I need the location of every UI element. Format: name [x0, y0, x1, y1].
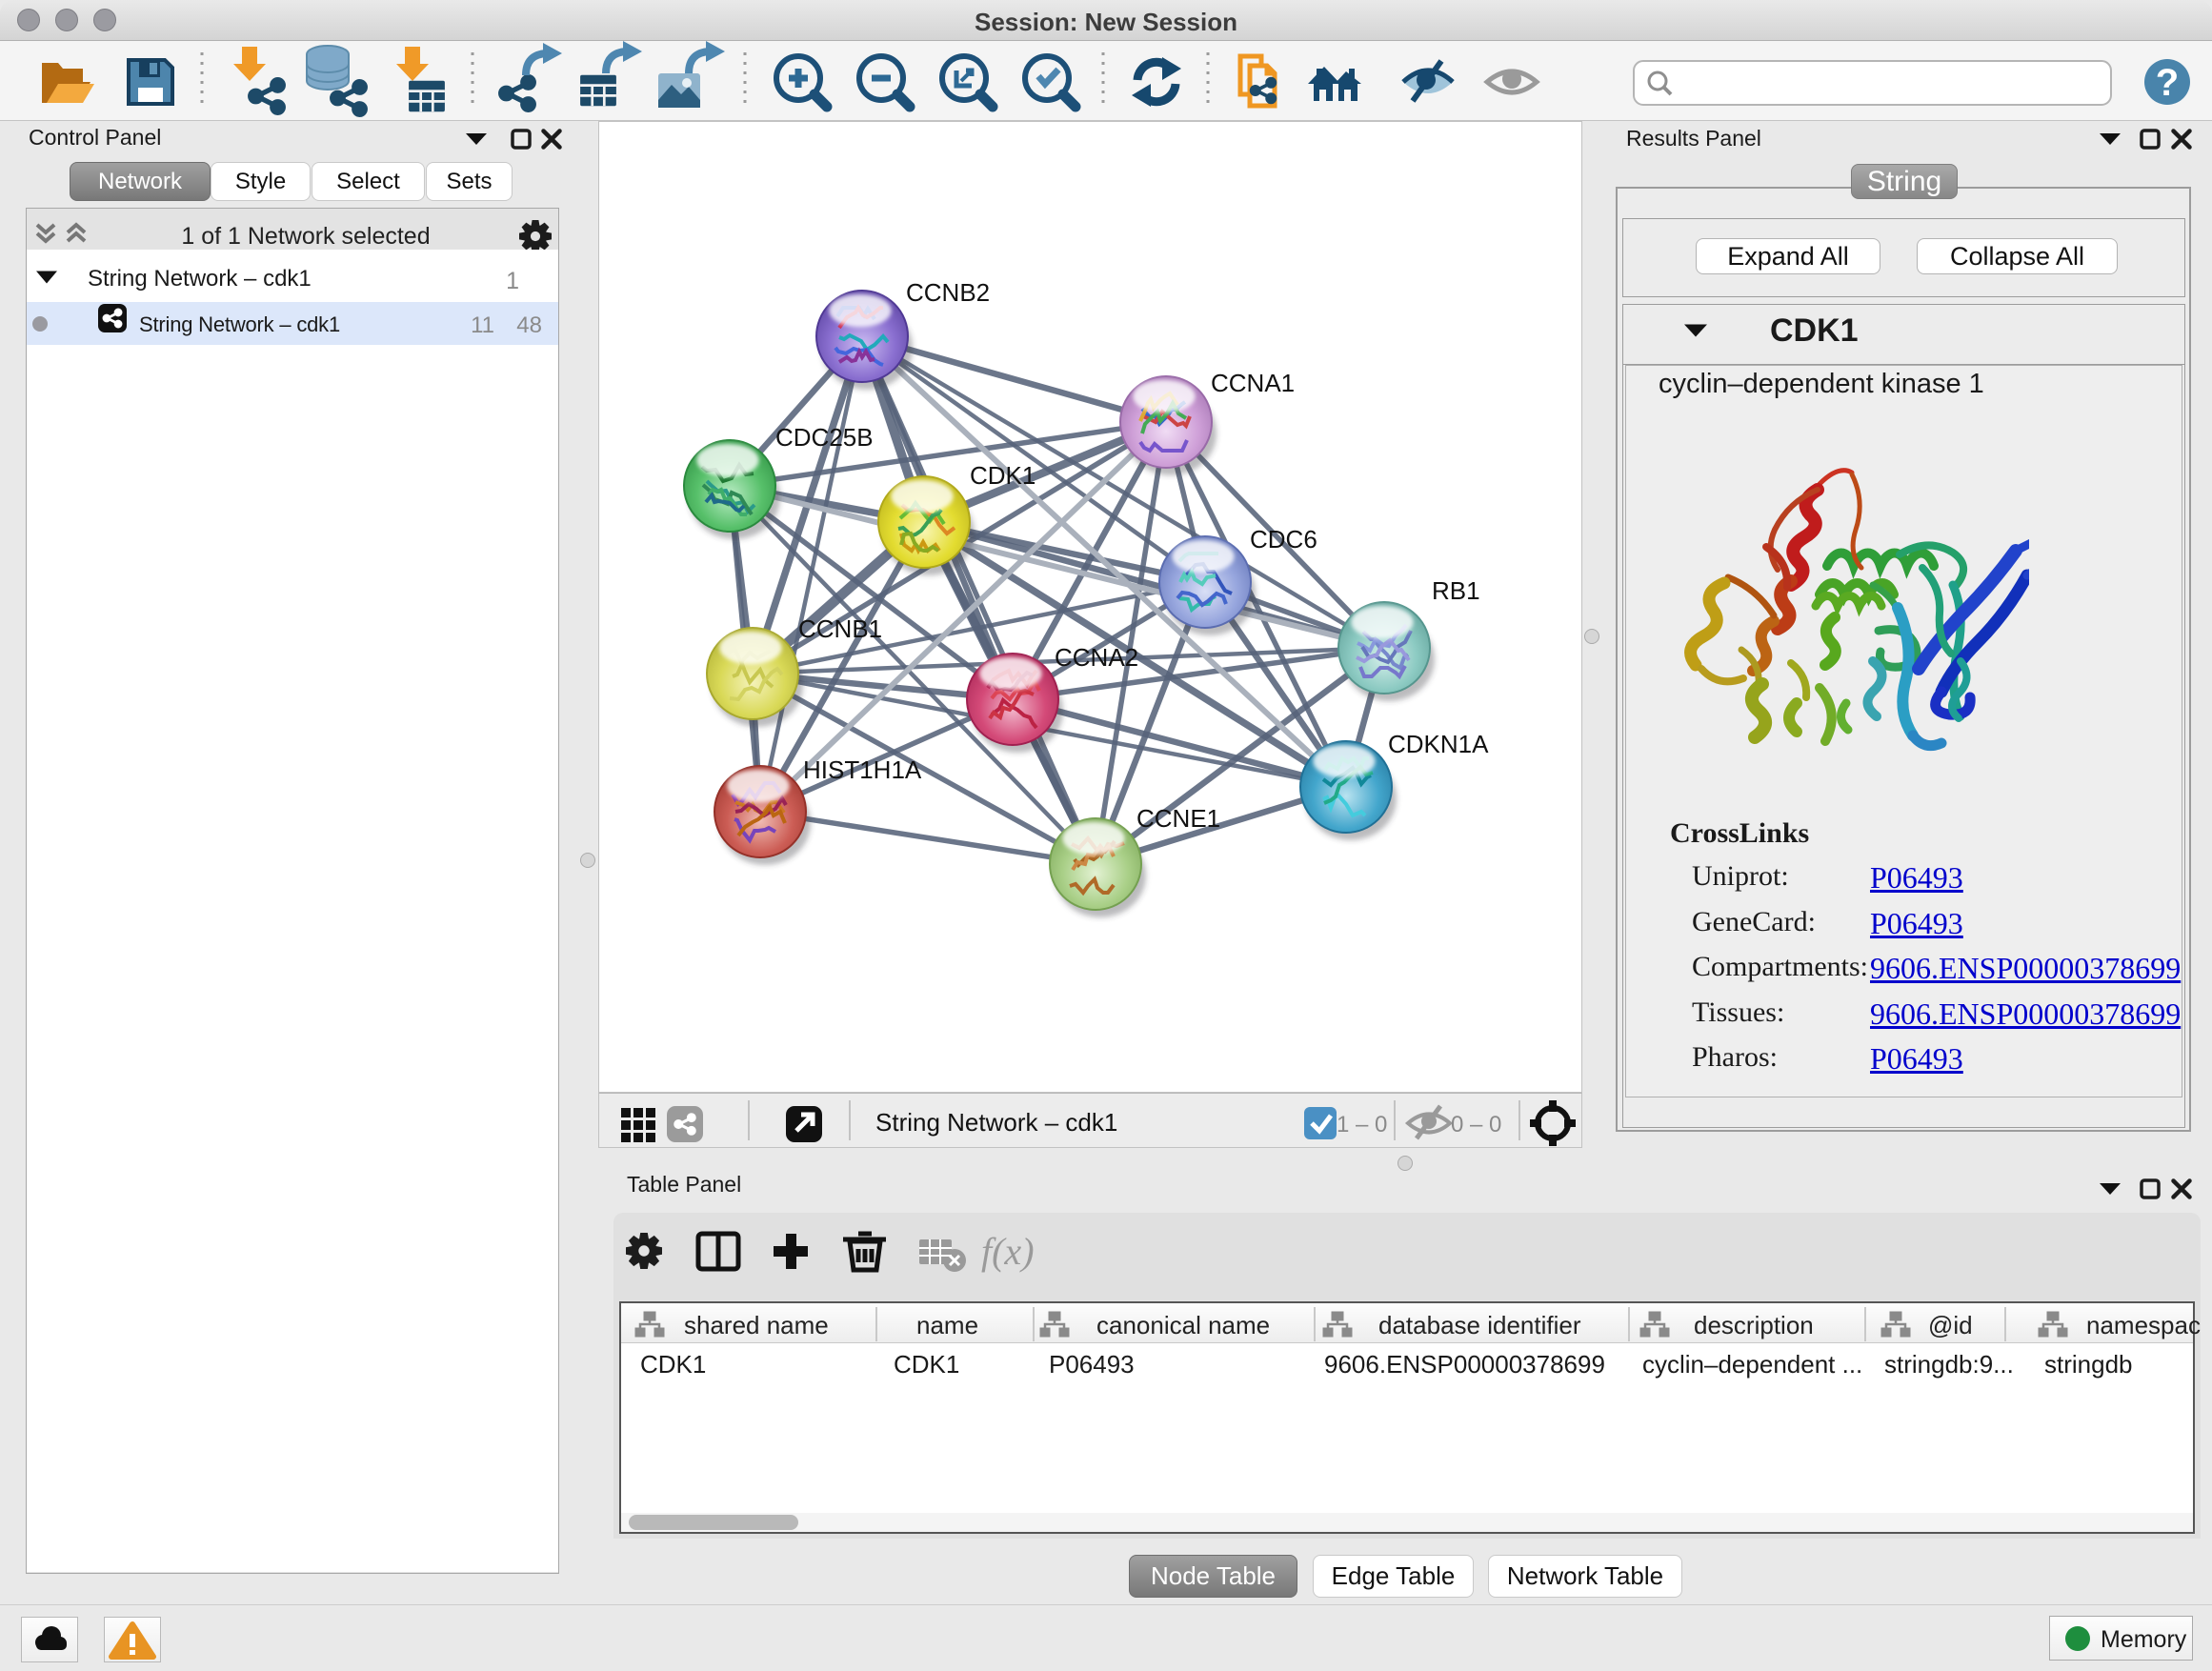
- svg-text:f(x): f(x): [981, 1230, 1035, 1273]
- svg-text:1 – 0: 1 – 0: [1337, 1112, 1387, 1137]
- svg-text:CDC6: CDC6: [1250, 525, 1317, 554]
- svg-text:CCNB2: CCNB2: [906, 278, 990, 307]
- svg-text:CDK1: CDK1: [970, 461, 1036, 490]
- svg-text:CCNA2: CCNA2: [1055, 643, 1138, 672]
- svg-text:String Network – cdk1: String Network – cdk1: [875, 1108, 1117, 1137]
- svg-text:CDC25B: CDC25B: [775, 423, 874, 452]
- svg-text:CDKN1A: CDKN1A: [1388, 730, 1489, 758]
- svg-text:HIST1H1A: HIST1H1A: [803, 755, 922, 784]
- svg-text:CCNA1: CCNA1: [1211, 369, 1295, 397]
- svg-text:CCNE1: CCNE1: [1136, 804, 1220, 833]
- svg-text:CCNB1: CCNB1: [798, 614, 882, 643]
- svg-text:0 – 0: 0 – 0: [1451, 1112, 1501, 1137]
- svg-text:RB1: RB1: [1432, 576, 1480, 605]
